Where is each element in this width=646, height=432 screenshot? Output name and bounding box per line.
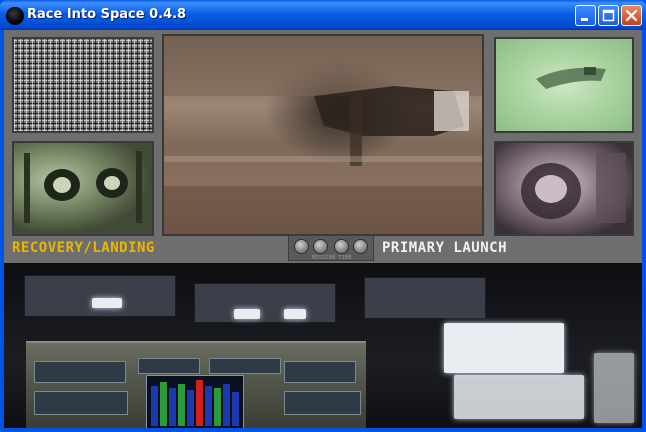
meter-bar — [205, 386, 212, 426]
console-bank — [194, 283, 336, 323]
console-light — [234, 309, 260, 319]
app-window: Race Into Space 0.4.8 RECOVERY/LANDING M… — [0, 0, 646, 432]
crew-feed-monitor — [494, 141, 634, 236]
astronaut-feed-monitor — [12, 141, 154, 236]
console-light — [444, 323, 564, 373]
console-light — [284, 309, 306, 319]
mission-time-controls: MISSION TIME — [288, 235, 374, 261]
console-light — [454, 375, 584, 419]
meter-bar — [178, 384, 185, 426]
maximize-button[interactable] — [598, 5, 619, 26]
desk-panel — [138, 358, 200, 374]
aerial-image — [536, 67, 606, 89]
primary-launch-label: PRIMARY LAUNCH — [382, 240, 508, 256]
minimize-button[interactable] — [575, 5, 596, 26]
meter-bar — [214, 388, 221, 426]
desk-panel — [34, 391, 128, 415]
close-icon — [625, 9, 638, 22]
launch-video-image — [164, 36, 482, 234]
meter-bar — [187, 390, 194, 426]
telemetry-meter — [146, 375, 244, 428]
meter-bar — [160, 382, 167, 426]
meter-bar — [169, 388, 176, 426]
app-icon[interactable] — [6, 7, 24, 25]
meter-bar — [151, 386, 158, 426]
crew-image — [521, 153, 626, 223]
desk-panel — [209, 358, 281, 374]
desk-panel — [284, 361, 356, 383]
main-video-monitor — [162, 34, 484, 236]
window-title: Race Into Space 0.4.8 — [27, 7, 187, 22]
meter-bar — [223, 384, 230, 426]
static-noise-monitor — [12, 37, 154, 133]
rewind-button[interactable] — [294, 239, 309, 254]
meter-bar — [196, 380, 203, 426]
aerial-feed-monitor — [494, 37, 634, 133]
console-bank — [364, 277, 486, 319]
recovery-landing-label: RECOVERY/LANDING — [12, 240, 155, 256]
fast-forward-button[interactable] — [353, 239, 368, 254]
maximize-icon — [602, 9, 615, 22]
mission-view: RECOVERY/LANDING MISSION TIME PRIMARY LA… — [4, 30, 642, 428]
console-bank — [24, 275, 176, 317]
mission-control-room-image — [4, 263, 642, 428]
meter-bar — [232, 392, 239, 426]
close-button[interactable] — [621, 5, 642, 26]
title-bar[interactable]: Race Into Space 0.4.8 — [0, 0, 646, 30]
minimize-icon — [581, 18, 588, 21]
desk-panel — [284, 391, 361, 415]
desk-panel — [34, 361, 126, 383]
console-light — [92, 298, 122, 308]
console-light — [594, 353, 634, 423]
step-forward-button[interactable] — [334, 239, 349, 254]
step-back-button[interactable] — [313, 239, 328, 254]
astronaut-image — [14, 143, 152, 234]
mission-time-caption: MISSION TIME — [312, 255, 352, 261]
